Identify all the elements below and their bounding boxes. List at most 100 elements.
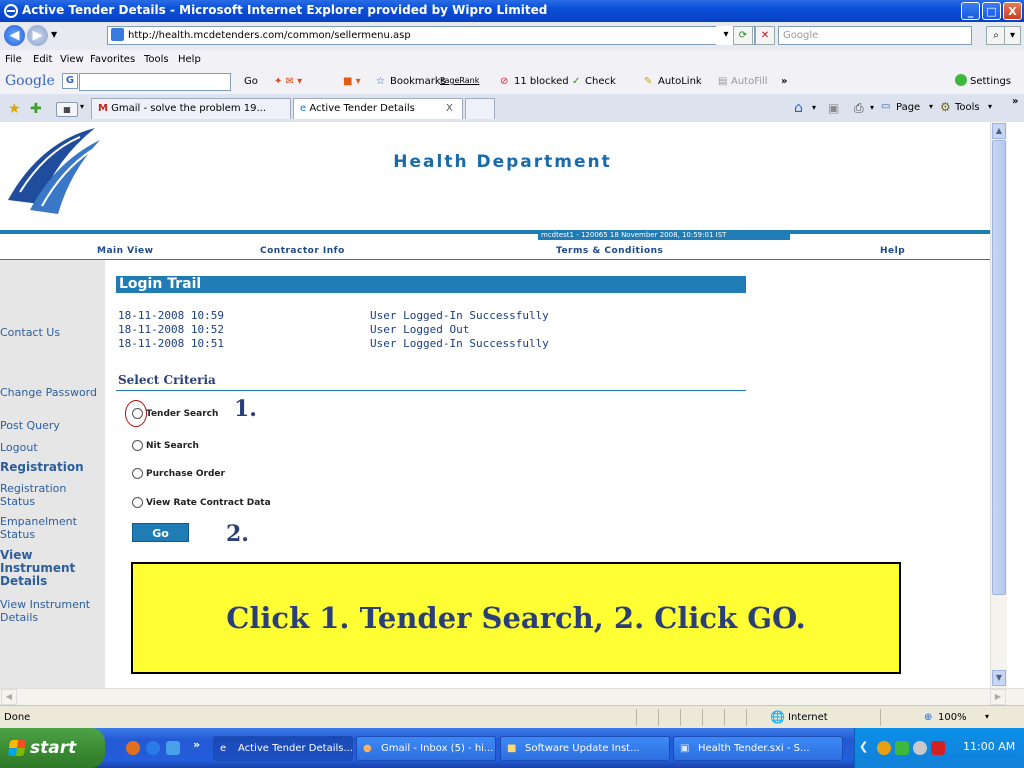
pagerank-button[interactable]: PageRank (440, 76, 479, 85)
scroll-right-icon[interactable]: ▶ (990, 689, 1006, 705)
menu-tools[interactable]: Tools (144, 54, 169, 65)
spellcheck-button[interactable]: Check (585, 76, 616, 87)
radio-tender-search[interactable] (132, 408, 143, 419)
firefox-quicklaunch-icon[interactable] (126, 741, 140, 755)
step-2-marker: 2. (226, 521, 249, 547)
google-search-input[interactable]: Google (778, 26, 972, 45)
nav-main-view[interactable]: Main View (97, 246, 153, 256)
scroll-left-icon[interactable]: ◀ (1, 689, 17, 705)
sidebar-view-instrument-details-heading[interactable]: View Instrument Details (0, 549, 104, 588)
label-nit-search[interactable]: Nit Search (146, 441, 199, 451)
nav-terms-conditions[interactable]: Terms & Conditions (556, 246, 663, 256)
tray-network-icon[interactable] (895, 741, 909, 755)
maximize-button[interactable]: □ (982, 2, 1001, 20)
ie-tab-icon: e (300, 103, 307, 114)
sidebar-registration-status[interactable]: Registration Status (0, 482, 104, 508)
tray-chat-icon[interactable] (913, 741, 927, 755)
quick-tabs-icon[interactable]: ▦ (56, 102, 78, 117)
start-button[interactable]: start (0, 728, 105, 768)
toolbar-blogger-icon[interactable]: ■ ▾ (343, 76, 361, 87)
settings-button[interactable]: Settings (970, 76, 1011, 87)
menu-help[interactable]: Help (178, 54, 201, 65)
tools-menu-button[interactable]: Tools (955, 102, 980, 113)
autofill-icon: ▤ (718, 76, 728, 87)
tray-shield-icon[interactable] (877, 741, 891, 755)
windows-logo-icon (7, 740, 27, 756)
sidebar-view-instrument-details[interactable]: View Instrument Details (0, 598, 104, 624)
tray-expand-icon[interactable]: ❮ (859, 740, 868, 753)
history-dropdown-icon[interactable]: ▼ (51, 30, 57, 39)
tab-gmail[interactable]: M Gmail - solve the problem 19... (91, 98, 291, 119)
print-dropdown-icon[interactable]: ▾ (870, 103, 874, 112)
favorites-star-icon[interactable]: ★ (8, 101, 21, 117)
tab-close-icon[interactable]: X (446, 99, 453, 118)
minimize-button[interactable]: _ (961, 2, 980, 20)
nav-help[interactable]: Help (880, 246, 905, 256)
label-view-rate-contract[interactable]: View Rate Contract Data (146, 498, 271, 508)
google-toolbar-input[interactable] (79, 73, 231, 91)
scroll-up-icon[interactable]: ▲ (992, 123, 1006, 139)
label-purchase-order[interactable]: Purchase Order (146, 469, 225, 479)
search-options-icon[interactable]: ▾ (1004, 26, 1021, 45)
google-g-icon[interactable]: G (62, 73, 78, 89)
sidebar-change-password[interactable]: Change Password (0, 386, 104, 399)
sidebar-contact-us[interactable]: Contact Us (0, 326, 104, 339)
ie-quicklaunch-icon[interactable] (146, 741, 160, 755)
tools-dropdown-icon[interactable]: ▾ (988, 102, 992, 111)
tab-list-icon[interactable]: ▾ (80, 102, 84, 111)
refresh-icon[interactable]: ⟳ (733, 26, 753, 45)
back-button[interactable]: ◀ (4, 25, 25, 46)
menu-edit[interactable]: Edit (33, 54, 52, 65)
tab-active-tender[interactable]: e Active Tender Details X (293, 98, 463, 119)
bookmarks-button[interactable]: Bookmarks (390, 76, 446, 87)
vertical-scrollbar[interactable]: ▲ ▼ (990, 122, 1008, 688)
scroll-down-icon[interactable]: ▼ (992, 670, 1006, 686)
quicklaunch-more-icon[interactable]: » (193, 738, 200, 751)
radio-view-rate-contract[interactable] (132, 497, 143, 508)
search-icon[interactable]: ⌕ (986, 26, 1006, 45)
sidebar-post-query[interactable]: Post Query (0, 419, 104, 432)
menu-file[interactable]: File (5, 54, 22, 65)
horizontal-scrollbar[interactable]: ◀ ▶ (0, 688, 1024, 706)
command-more-icon[interactable]: » (1012, 96, 1018, 107)
sidebar-logout[interactable]: Logout (0, 441, 104, 454)
scrollbar-thumb[interactable] (992, 140, 1006, 595)
page-menu-button[interactable]: Page (896, 102, 920, 113)
star-icon[interactable]: ☆ (376, 76, 385, 87)
menu-view[interactable]: View (60, 54, 84, 65)
sidebar-empanelment-status[interactable]: Empanelment Status (0, 515, 104, 541)
google-logo[interactable]: Google (5, 73, 55, 89)
taskbar-gmail[interactable]: ● Gmail - Inbox (5) - hi... (356, 736, 496, 761)
taskbar-software-update[interactable]: ■ Software Update Inst... (500, 736, 670, 761)
toolbar-buttons-icon[interactable]: ✦ ✉ ▾ (274, 76, 302, 87)
menu-favorites[interactable]: Favorites (90, 54, 135, 65)
taskbar-active-tender[interactable]: e Active Tender Details... (213, 736, 353, 761)
tray-antivirus-icon[interactable] (931, 741, 945, 755)
toolbar-more-icon[interactable]: » (781, 76, 787, 87)
add-favorite-icon[interactable]: ✚ (30, 101, 42, 117)
new-tab-button[interactable] (465, 98, 495, 119)
desktop-quicklaunch-icon[interactable] (166, 741, 180, 755)
google-go-button[interactable]: Go (244, 76, 258, 87)
autolink-button[interactable]: AutoLink (658, 76, 702, 87)
page-dropdown-icon[interactable]: ▾ (929, 102, 933, 111)
radio-purchase-order[interactable] (132, 468, 143, 479)
home-icon[interactable]: ⌂ (794, 100, 803, 116)
go-button[interactable]: Go (132, 523, 189, 542)
popup-blocked-count[interactable]: 11 blocked (514, 76, 569, 87)
radio-nit-search[interactable] (132, 440, 143, 451)
taskbar-health-tender[interactable]: ▣ Health Tender.sxi - S... (673, 736, 843, 761)
address-input[interactable]: http://health.mcdetenders.com/common/sel… (107, 26, 755, 45)
nav-contractor-info[interactable]: Contractor Info (260, 246, 345, 256)
label-tender-search[interactable]: Tender Search (146, 409, 218, 419)
sidebar-registration[interactable]: Registration (0, 461, 104, 474)
close-button[interactable]: X (1003, 2, 1022, 20)
feeds-icon[interactable]: ▣ (828, 101, 839, 115)
home-dropdown-icon[interactable]: ▾ (812, 103, 816, 112)
zoom-level[interactable]: 100% (938, 712, 967, 723)
forward-button[interactable]: ▶ (27, 25, 48, 46)
print-icon[interactable]: ⎙ (854, 101, 864, 116)
autofill-button[interactable]: AutoFill (731, 76, 768, 87)
zoom-dropdown-icon[interactable]: ▾ (985, 712, 989, 721)
stop-icon[interactable]: ✕ (755, 26, 775, 45)
